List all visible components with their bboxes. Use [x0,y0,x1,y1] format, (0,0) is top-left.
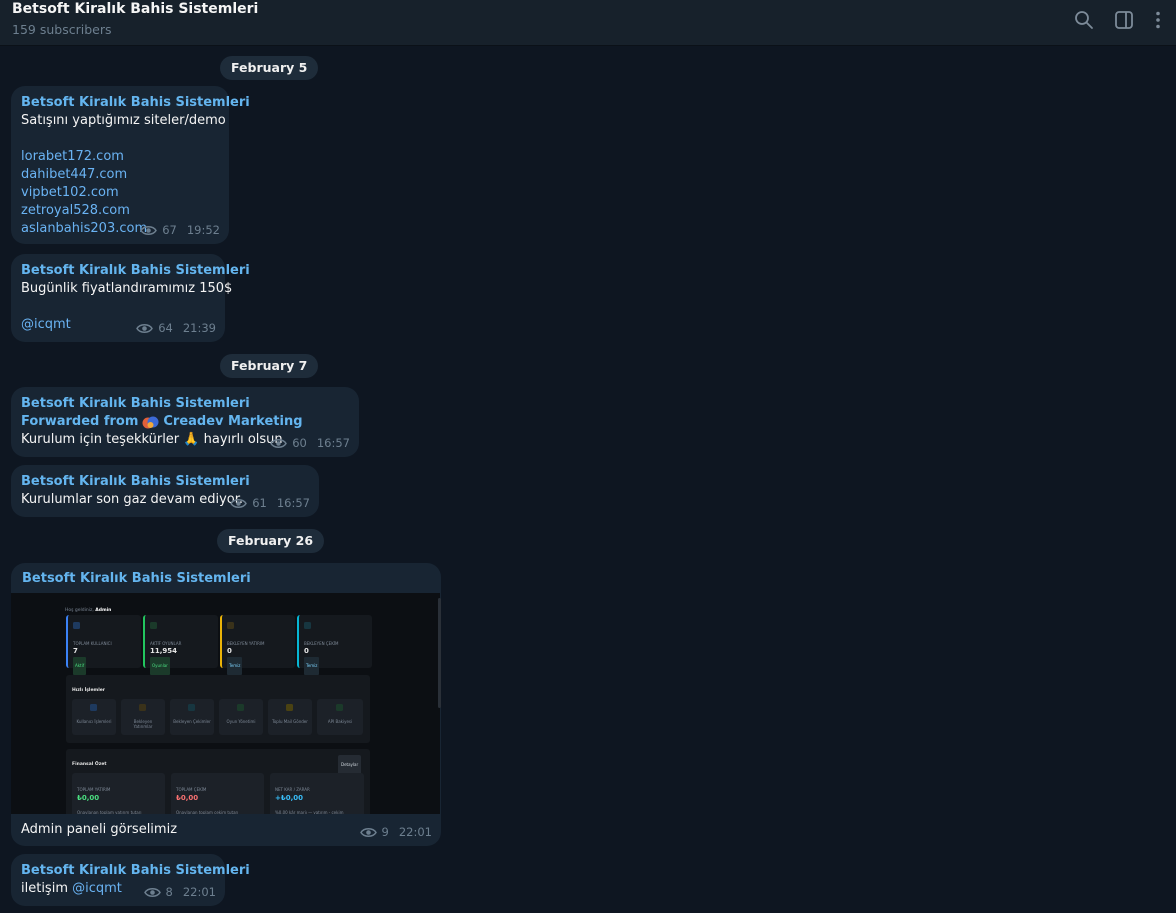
message-meta: 61 16:57 [230,494,310,512]
image-scrollbar[interactable] [438,598,441,708]
views-eye-icon [359,827,377,837]
stat-card: BEKLEYEN ÇEKİM 0 Temiz [297,615,372,675]
stat-card: AKTİF OYUNLAR 11,954 Oyunlar [143,615,218,675]
message-bubble[interactable]: Betsoft Kiralık Bahis Sistemleri Forward… [11,387,359,457]
view-count: 9 [381,825,389,839]
message-time: 22:01 [182,885,216,899]
message-bubble[interactable]: Betsoft Kiralık Bahis Sistemleri Satışın… [11,86,250,244]
subscriber-count: 159 subscribers [12,22,112,37]
dashboard-screenshot: Hoş geldiniz, Admin TOPLAM KULLANICI 7 A… [63,593,373,814]
admin-panel-image[interactable]: Hoş geldiniz, Admin TOPLAM KULLANICI 7 A… [11,593,440,814]
message-meta: 64 21:39 [136,319,216,337]
view-count: 8 [165,885,173,899]
message-time: 21:39 [182,321,216,335]
message-text: Satışını yaptığımız siteler/demo [21,113,226,128]
welcome-name: Admin [95,608,112,613]
view-count: 64 [158,321,173,335]
search-icon[interactable] [1073,9,1095,31]
message-time: 16:57 [316,436,350,450]
view-count: 61 [252,496,267,510]
message-link[interactable]: zetroyal528.com [21,202,219,220]
message-meta: 8 22:01 [143,883,216,901]
channel-title[interactable]: Betsoft Kiralık Bahis Sistemleri [12,1,258,17]
view-count: 67 [162,223,177,237]
stat-card: BEKLEYEN YATIRIM 0 Temiz [220,615,295,675]
forward-source-name[interactable]: Creadev Marketing [163,413,302,431]
message-meta: 60 16:57 [270,434,350,452]
view-count: 60 [292,436,307,450]
message-link[interactable]: vipbet102.com [21,184,219,202]
message-text: iletişim [21,881,68,896]
message-bubble[interactable]: Betsoft Kiralık Bahis Sistemleri iletişi… [11,854,250,906]
sidebar-toggle-icon[interactable] [1113,9,1135,31]
views-eye-icon [143,887,161,897]
views-eye-icon [230,498,248,508]
forward-source-avatar-icon [142,416,159,428]
message-link[interactable]: dahibet447.com [21,166,219,184]
message-sender[interactable]: Betsoft Kiralık Bahis Sistemleri [21,395,349,413]
mention-link[interactable]: @icqmt [72,881,122,896]
date-separator: February 5 [220,56,319,80]
finance-panel: Finansal Özet Detaylar TOPLAM YATIRIM ₺0… [66,749,370,814]
message-sender[interactable]: Betsoft Kiralık Bahis Sistemleri [21,473,309,491]
message-bubble[interactable]: Betsoft Kiralık Bahis Sistemleri Bugünli… [11,254,250,342]
forwarded-from[interactable]: Forwarded from Creadev Marketing [21,413,349,431]
forwarded-label: Forwarded from [21,414,139,429]
date-separator: February 26 [217,529,325,553]
message-meta: 9 22:01 [359,823,432,841]
views-eye-icon [136,323,154,333]
message-sender[interactable]: Betsoft Kiralık Bahis Sistemleri [21,94,250,112]
message-sender[interactable]: Betsoft Kiralık Bahis Sistemleri [21,262,250,280]
message-time: 16:57 [276,496,310,510]
welcome-text: Hoş geldiniz, [65,608,94,613]
quick-actions-panel: Hızlı İşlemler Kullanıcı İşlemleri Bekle… [66,675,370,743]
message-sender[interactable]: Betsoft Kiralık Bahis Sistemleri [21,862,250,880]
message-sender[interactable]: Betsoft Kiralık Bahis Sistemleri [22,570,251,588]
message-meta: 67 19:52 [140,221,220,239]
message-bubble[interactable]: Betsoft Kiralık Bahis Sistemleri Kurulum… [11,465,319,517]
stat-card: TOPLAM KULLANICI 7 Aktif [66,615,141,675]
chat-header: Betsoft Kiralık Bahis Sistemleri 159 sub… [0,0,1176,46]
pray-emoji-icon: 🙏 [183,432,200,447]
message-link[interactable]: lorabet172.com [21,148,219,166]
message-text: Bugünlik fiyatlandıramımız 150$ [21,281,233,296]
message-time: 19:52 [186,223,220,237]
image-caption: Admin paneli görselimiz [21,822,178,837]
views-eye-icon [270,438,288,448]
message-bubble[interactable]: Betsoft Kiralık Bahis Sistemleri Hoş gel… [11,563,441,846]
message-time: 22:01 [398,825,432,839]
date-separator: February 7 [220,354,319,378]
more-vertical-icon[interactable] [1147,9,1169,31]
views-eye-icon [140,225,158,235]
